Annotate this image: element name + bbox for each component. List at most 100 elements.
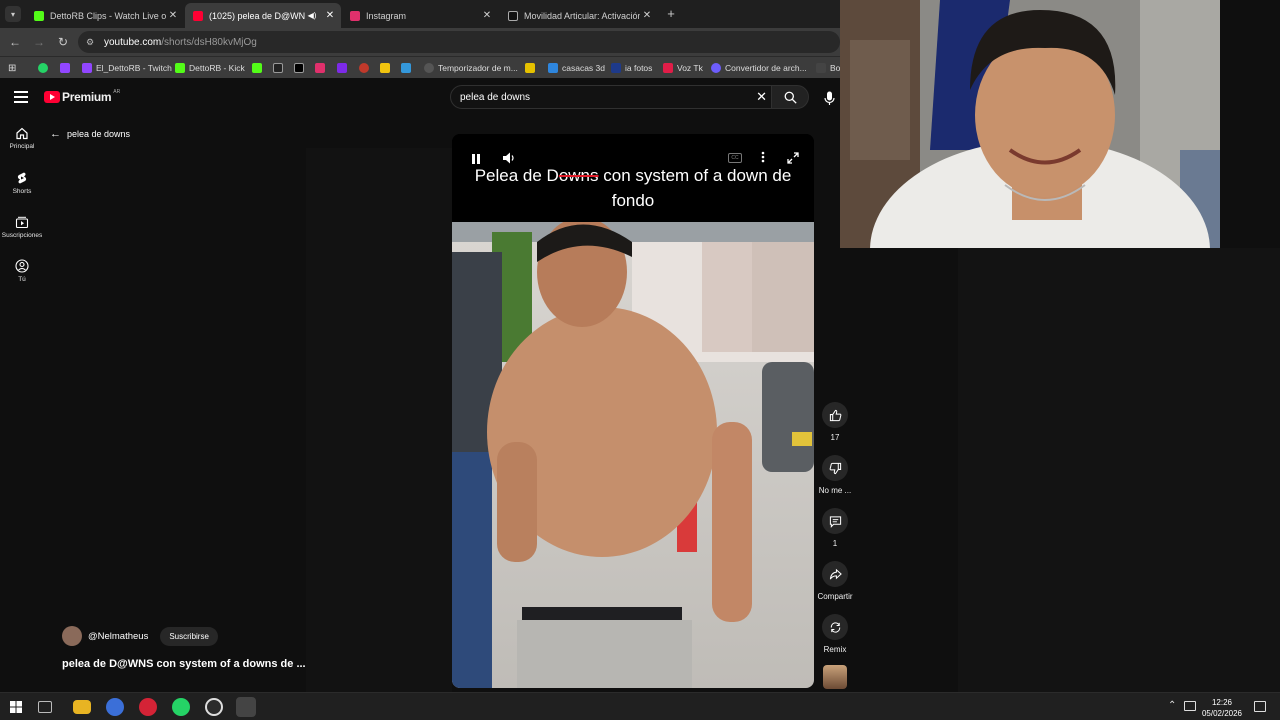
- youtube-logo[interactable]: Premium AR: [44, 89, 120, 104]
- site-info-icon[interactable]: ⚙: [86, 37, 94, 48]
- voice-icon: [663, 63, 673, 73]
- notifications-icon[interactable]: [1254, 701, 1266, 712]
- x-bookmark[interactable]: [294, 61, 308, 75]
- tab-title: Instagram: [366, 10, 407, 21]
- task-view-icon[interactable]: [38, 701, 52, 713]
- ai-icon: [611, 63, 621, 73]
- volume-button[interactable]: [502, 151, 516, 165]
- obs-icon[interactable]: [205, 698, 223, 716]
- convert-icon: [711, 63, 721, 73]
- extension-bookmark[interactable]: [380, 61, 394, 75]
- fullscreen-button[interactable]: [786, 151, 800, 165]
- close-icon[interactable]: ✕: [640, 10, 654, 21]
- sidebar-item-home[interactable]: Principal: [0, 126, 44, 150]
- kick-icon: [175, 63, 185, 73]
- short-title[interactable]: pelea de D@WNS con system of a downs de …: [62, 658, 306, 670]
- tray-chevron-icon[interactable]: ⌃: [1168, 700, 1176, 711]
- bookmark-convertidor[interactable]: Convertidor de arch...: [711, 61, 807, 75]
- bookmark-twitch[interactable]: El_DettoRB - Twitch: [82, 61, 172, 75]
- home-icon: [16, 127, 28, 140]
- reload-icon[interactable]: ↻: [54, 33, 72, 51]
- kick-bookmark[interactable]: [252, 61, 266, 75]
- more-options-button[interactable]: [760, 150, 766, 164]
- close-icon[interactable]: ✕: [166, 10, 180, 21]
- subscribe-button[interactable]: Suscribirse: [160, 626, 218, 646]
- whatsapp-bookmark[interactable]: [38, 61, 52, 75]
- tiktok-bookmark[interactable]: [273, 61, 287, 75]
- sidebar-item-subscriptions[interactable]: Suscripciones: [0, 215, 44, 239]
- back-icon[interactable]: ←: [6, 33, 24, 51]
- tab-tiktok[interactable]: Movilidad Articular: Activación ✕: [500, 3, 658, 28]
- bookmark-label: ia fotos: [625, 63, 653, 73]
- url-path: /shorts/dsH80kvMjOg: [161, 36, 257, 48]
- apps-icon[interactable]: ⊞: [8, 61, 16, 75]
- instagram-icon: [350, 10, 360, 21]
- image-icon: [548, 63, 558, 73]
- clear-search-icon[interactable]: ✕: [756, 89, 767, 105]
- windows-start-icon[interactable]: [10, 701, 22, 713]
- chrome-icon[interactable]: [236, 697, 256, 717]
- tab-instagram[interactable]: Instagram ✕: [342, 3, 498, 28]
- close-icon[interactable]: ✕: [323, 10, 337, 21]
- dislike-button[interactable]: [822, 455, 848, 481]
- share-button[interactable]: [822, 561, 848, 587]
- search-input[interactable]: pelea de downs: [460, 92, 530, 103]
- search-box[interactable]: pelea de downs ✕: [450, 85, 772, 109]
- bookmark-bot[interactable]: Bot: [816, 61, 843, 75]
- new-tab-button[interactable]: +: [664, 6, 678, 22]
- remix-button[interactable]: [822, 614, 848, 640]
- back-to-search[interactable]: ← pelea de downs: [50, 128, 130, 140]
- address-bar: ← → ↻ ⚙ youtube.com/shorts/dsH80kvMjOg: [0, 28, 840, 56]
- forward-icon[interactable]: →: [30, 33, 48, 51]
- pause-button[interactable]: [470, 152, 482, 164]
- canva-bookmark[interactable]: [337, 61, 351, 75]
- subscriptions-icon: [15, 216, 29, 229]
- captions-button[interactable]: CC: [728, 153, 742, 163]
- bookmark-timer[interactable]: Temporizador de m...: [424, 61, 518, 75]
- bookmark-casacas[interactable]: casacas 3d: [548, 61, 605, 75]
- shorts-player[interactable]: Pelea de Downs con system of a down de f…: [452, 134, 814, 688]
- like-button[interactable]: [822, 402, 848, 428]
- menu-icon[interactable]: [14, 91, 28, 103]
- twitch-bookmark[interactable]: [60, 61, 74, 75]
- caption-text: con system of a down de: [598, 166, 792, 185]
- arrow-left-icon: ←: [50, 128, 61, 140]
- avatar[interactable]: [62, 626, 82, 646]
- extension-bookmark[interactable]: [401, 61, 415, 75]
- extension-bookmark[interactable]: [359, 61, 373, 75]
- tiktok-icon: [273, 63, 283, 73]
- sound-thumbnail[interactable]: [823, 665, 847, 689]
- instagram-bookmark[interactable]: [315, 61, 329, 75]
- bookmark-folder[interactable]: [525, 61, 539, 75]
- url-field[interactable]: ⚙ youtube.com/shorts/dsH80kvMjOg: [78, 31, 840, 53]
- whatsapp-icon[interactable]: [172, 698, 190, 716]
- channel-name[interactable]: @Nelmatheus: [88, 631, 148, 642]
- share-label: Compartir: [817, 592, 853, 601]
- comments-button[interactable]: [822, 508, 848, 534]
- clock[interactable]: 12:26 05/02/2026: [1196, 697, 1248, 719]
- bookmark-iafotos[interactable]: ia fotos: [611, 61, 652, 75]
- tab-search-button[interactable]: ▾: [5, 6, 21, 22]
- twitch-icon: [60, 63, 70, 73]
- network-icon[interactable]: [1184, 701, 1196, 711]
- bookmark-voztk[interactable]: Voz Tk: [663, 61, 703, 75]
- tab-youtube[interactable]: (1025) pelea de D@WNS con system of a do…: [185, 3, 341, 28]
- chrome-profile-icon[interactable]: [106, 698, 124, 716]
- video-frame: [452, 222, 814, 688]
- close-icon[interactable]: ✕: [480, 10, 494, 21]
- caption-text: Pelea de D: [474, 166, 559, 185]
- microphone-icon: [823, 91, 835, 105]
- tab-kick[interactable]: DettoRB Clips - Watch Live on Kick ✕: [26, 3, 184, 28]
- file-explorer-icon[interactable]: [73, 700, 91, 714]
- sidebar-item-you[interactable]: Tú: [0, 259, 44, 283]
- pause-icon: [472, 154, 480, 164]
- thumbs-up-icon: [829, 409, 841, 421]
- bookmark-kick[interactable]: DettoRB - Kick: [175, 61, 245, 75]
- sidebar-item-shorts[interactable]: Shorts: [0, 171, 44, 195]
- search-button[interactable]: [771, 85, 809, 109]
- tab-strip: ▾ DettoRB Clips - Watch Live on Kick ✕ (…: [0, 0, 840, 28]
- shorts-icon: [17, 172, 27, 184]
- voice-search-button[interactable]: [820, 88, 838, 108]
- speaker-icon[interactable]: ◀): [305, 11, 319, 20]
- opera-icon[interactable]: [139, 698, 157, 716]
